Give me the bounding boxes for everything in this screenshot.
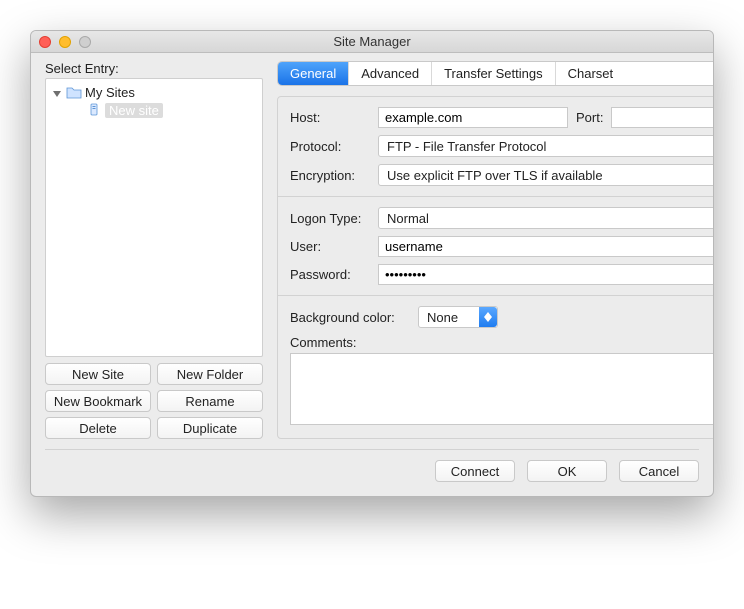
tree-item[interactable]: New site: [46, 101, 262, 119]
port-label: Port:: [576, 110, 603, 125]
tab-general[interactable]: General: [278, 62, 349, 85]
bgcolor-label: Background color:: [290, 310, 410, 325]
window-title: Site Manager: [31, 34, 713, 49]
ok-button[interactable]: OK: [527, 460, 607, 482]
user-label: User:: [290, 239, 370, 254]
new-site-button[interactable]: New Site: [45, 363, 151, 385]
host-label: Host:: [290, 110, 370, 125]
bgcolor-value: None: [427, 310, 458, 325]
dialog-footer: Connect OK Cancel: [45, 449, 699, 482]
comments-label: Comments:: [290, 335, 356, 350]
bgcolor-select[interactable]: None: [418, 306, 498, 328]
cancel-button[interactable]: Cancel: [619, 460, 699, 482]
host-input[interactable]: [378, 107, 568, 128]
encryption-value: Use explicit FTP over TLS if available: [387, 168, 603, 183]
tab-bar: General Advanced Transfer Settings Chars…: [277, 61, 714, 86]
divider: [278, 196, 714, 197]
chevron-updown-icon: [479, 307, 497, 327]
logon-type-label: Logon Type:: [290, 211, 370, 226]
new-bookmark-button[interactable]: New Bookmark: [45, 390, 151, 412]
general-panel: Host: Port: Protocol: FTP - File Transfe…: [277, 96, 714, 439]
tab-advanced[interactable]: Advanced: [349, 62, 432, 85]
password-input[interactable]: [378, 264, 714, 285]
titlebar: Site Manager: [31, 31, 713, 53]
delete-button[interactable]: Delete: [45, 417, 151, 439]
duplicate-button[interactable]: Duplicate: [157, 417, 263, 439]
connect-button[interactable]: Connect: [435, 460, 515, 482]
tab-charset[interactable]: Charset: [556, 62, 626, 85]
new-folder-button[interactable]: New Folder: [157, 363, 263, 385]
protocol-label: Protocol:: [290, 139, 370, 154]
protocol-value: FTP - File Transfer Protocol: [387, 139, 546, 154]
tree-root[interactable]: My Sites: [46, 83, 262, 101]
divider: [278, 295, 714, 296]
logon-type-select[interactable]: Normal: [378, 207, 714, 229]
encryption-label: Encryption:: [290, 168, 370, 183]
tree-root-label: My Sites: [85, 85, 135, 100]
select-entry-label: Select Entry:: [45, 61, 263, 76]
rename-button[interactable]: Rename: [157, 390, 263, 412]
comments-textarea[interactable]: [290, 353, 714, 425]
site-manager-window: Site Manager Select Entry:: [30, 30, 714, 497]
folder-icon: [66, 85, 82, 99]
port-input[interactable]: [611, 107, 714, 128]
disclosure-triangle-icon[interactable]: [52, 87, 62, 97]
server-icon: [86, 103, 102, 117]
protocol-select[interactable]: FTP - File Transfer Protocol: [378, 135, 714, 157]
password-label: Password:: [290, 267, 370, 282]
user-input[interactable]: [378, 236, 714, 257]
logon-type-value: Normal: [387, 211, 429, 226]
site-tree[interactable]: My Sites New site: [45, 78, 263, 357]
tree-item-label: New site: [105, 103, 163, 118]
tab-transfer-settings[interactable]: Transfer Settings: [432, 62, 556, 85]
encryption-select[interactable]: Use explicit FTP over TLS if available: [378, 164, 714, 186]
